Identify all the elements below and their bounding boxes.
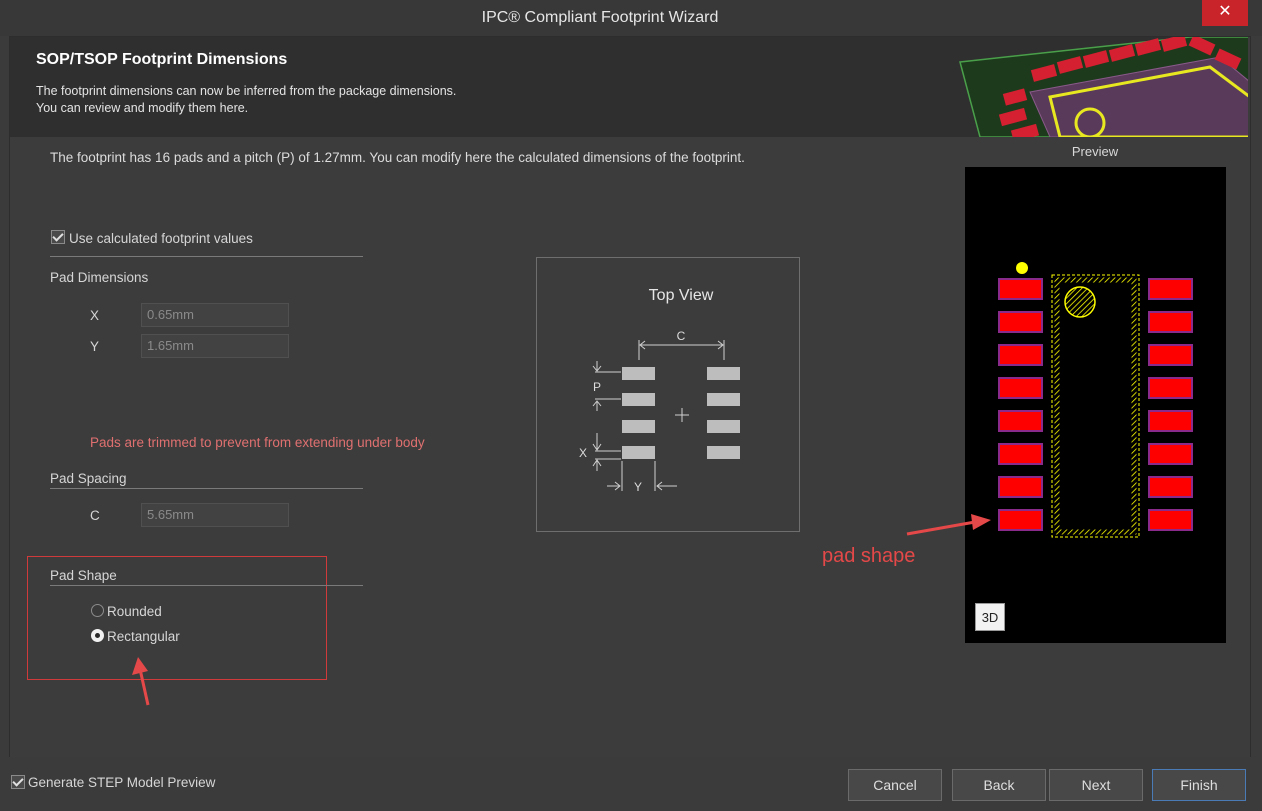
pad-shape-heading: Pad Shape bbox=[50, 568, 117, 583]
page-title: SOP/TSOP Footprint Dimensions bbox=[36, 51, 288, 68]
pad-y-label: Y bbox=[90, 339, 100, 354]
dimension-y-label: Y bbox=[634, 480, 642, 494]
3d-view-button[interactable]: 3D bbox=[975, 603, 1005, 631]
dimension-x-label: X bbox=[579, 446, 587, 460]
annotation-arrow-right bbox=[906, 514, 991, 536]
wizard-header: SOP/TSOP Footprint Dimensions The footpr… bbox=[10, 37, 1248, 137]
pad-dimensions-heading: Pad Dimensions bbox=[50, 270, 149, 285]
generate-step-label: Generate STEP Model Preview bbox=[28, 775, 216, 790]
preview-drawing bbox=[998, 262, 1193, 538]
annotation-arrow-up bbox=[132, 657, 150, 706]
preview-label: Preview bbox=[1071, 144, 1119, 159]
pad-shape-rectangular-radio[interactable] bbox=[91, 629, 104, 642]
pad-x-label: X bbox=[90, 308, 100, 323]
top-view-drawing: Top View C P X Y bbox=[579, 287, 740, 494]
footprint-info-text: The footprint has 16 pads and a pitch (P… bbox=[50, 150, 745, 165]
pad-spacing-c-label: C bbox=[90, 508, 100, 523]
footprint-preview[interactable] bbox=[965, 167, 1226, 643]
cancel-button[interactable]: Cancel bbox=[848, 769, 942, 801]
pad-spacing-c-input[interactable]: 5.65mm bbox=[141, 503, 289, 527]
divider bbox=[50, 488, 363, 489]
next-button[interactable]: Next bbox=[1049, 769, 1143, 801]
pad-shape-rectangular-label: Rectangular bbox=[107, 629, 180, 644]
finish-button[interactable]: Finish bbox=[1152, 769, 1246, 801]
trim-warning-text: Pads are trimmed to prevent from extendi… bbox=[90, 435, 425, 450]
header-description-line2: You can review and modify them here. bbox=[36, 101, 249, 115]
divider bbox=[50, 256, 363, 257]
pad-shape-rounded-label: Rounded bbox=[107, 604, 162, 619]
dimension-c-label: C bbox=[677, 329, 686, 343]
pad-spacing-heading: Pad Spacing bbox=[50, 471, 127, 486]
divider bbox=[50, 585, 363, 586]
top-view-diagram: Top View C P X Y bbox=[536, 257, 800, 532]
pad-shape-rounded-radio[interactable] bbox=[91, 604, 104, 617]
pad-x-input[interactable]: 0.65mm bbox=[141, 303, 289, 327]
header-description-line1: The footprint dimensions can now be infe… bbox=[36, 84, 457, 98]
back-button[interactable]: Back bbox=[952, 769, 1046, 801]
title-bar: IPC® Compliant Footprint Wizard ✕ bbox=[0, 0, 1262, 36]
close-button[interactable]: ✕ bbox=[1202, 0, 1248, 26]
pads bbox=[998, 278, 1193, 531]
use-calculated-checkbox[interactable] bbox=[51, 230, 65, 244]
header-banner-image bbox=[959, 37, 1248, 137]
pad-y-input[interactable]: 1.65mm bbox=[141, 334, 289, 358]
dimension-p-label: P bbox=[593, 380, 601, 394]
top-view-title: Top View bbox=[649, 287, 714, 304]
generate-step-checkbox[interactable] bbox=[11, 775, 25, 789]
pad-shape-annotation: pad shape bbox=[822, 545, 916, 567]
pin1-marker bbox=[1016, 262, 1028, 274]
use-calculated-label: Use calculated footprint values bbox=[69, 231, 253, 246]
window-title: IPC® Compliant Footprint Wizard bbox=[481, 9, 719, 26]
